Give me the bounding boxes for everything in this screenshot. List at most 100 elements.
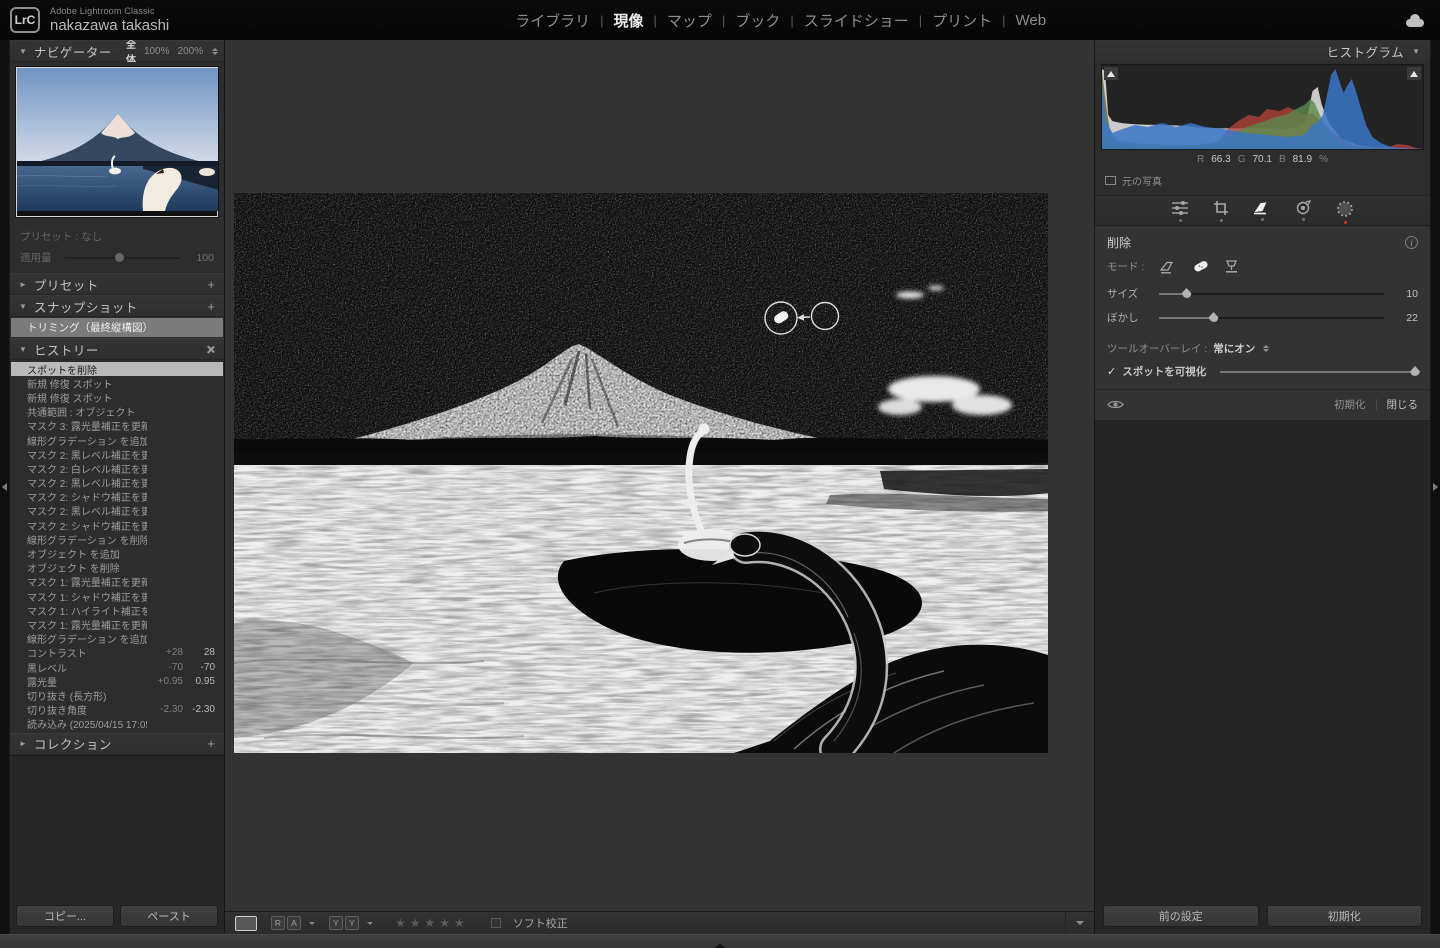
highlight-clipping-indicator[interactable] xyxy=(1407,67,1421,80)
histogram[interactable] xyxy=(1101,64,1424,150)
view-mode-dropdown-icon[interactable] xyxy=(309,922,315,925)
toolbar-options-dropdown-icon[interactable] xyxy=(1076,921,1084,925)
history-item[interactable]: オブジェクト を追加 xyxy=(11,546,223,560)
history-item-label: マスク 2: 黒レベル補正を更新 xyxy=(27,475,147,490)
navigator-header[interactable]: ▼ ナビゲーター 全体100%200% xyxy=(10,40,224,62)
visualize-threshold-thumb[interactable] xyxy=(1410,366,1420,376)
reset-button[interactable]: 初期化 xyxy=(1267,905,1423,927)
visualize-spots-checkbox[interactable]: ✓ xyxy=(1107,365,1116,378)
history-item[interactable]: 線形グラデーション を削除 xyxy=(11,532,223,546)
feather-slider-thumb[interactable] xyxy=(1209,312,1219,322)
history-item[interactable]: 切り抜き (長方形) xyxy=(11,688,223,702)
history-item[interactable]: 読み込み (2025/04/15 17:05:00) xyxy=(11,717,223,731)
history-item[interactable]: 線形グラデーション を追加 xyxy=(11,433,223,447)
panel-reset-button[interactable]: 初期化 xyxy=(1334,397,1366,412)
left-panel-collapse-rail[interactable] xyxy=(0,40,9,934)
amount-slider-thumb[interactable] xyxy=(115,253,124,262)
right-panel-collapse-rail[interactable] xyxy=(1431,40,1440,934)
history-item[interactable]: オブジェクト を削除 xyxy=(11,561,223,575)
histogram-header[interactable]: ヒストグラム ▼ xyxy=(1095,40,1430,62)
history-item[interactable]: マスク 2: 黒レベル補正を更新 xyxy=(11,476,223,490)
history-item[interactable]: スポットを削除 xyxy=(11,362,223,376)
image-canvas[interactable] xyxy=(225,40,1094,911)
history-item[interactable]: マスク 2: 白レベル補正を更新 xyxy=(11,461,223,475)
shadow-clipping-indicator[interactable] xyxy=(1104,67,1118,80)
previous-settings-button[interactable]: 前の設定 xyxy=(1103,905,1259,927)
history-item[interactable]: マスク 2: 黒レベル補正を更新 xyxy=(11,447,223,461)
history-item-label: 黒レベル xyxy=(27,660,147,675)
module-tab[interactable]: マップ xyxy=(657,10,722,31)
copy-button[interactable]: コピー... xyxy=(16,905,114,927)
compare-mode-button[interactable]: Y xyxy=(329,916,343,930)
add-snapshot-button[interactable]: + xyxy=(207,300,215,313)
module-tab[interactable]: プリント xyxy=(922,10,1002,31)
view-mode-button[interactable]: A xyxy=(287,916,301,930)
history-item[interactable]: マスク 3: 露光量補正を更新 xyxy=(11,419,223,433)
tool-overlay-value[interactable]: 常にオン xyxy=(1213,341,1255,356)
history-item[interactable]: 切り抜き角度 -2.30 -2.30 xyxy=(11,703,223,717)
size-slider[interactable] xyxy=(1159,293,1384,295)
tool-crop[interactable] xyxy=(1213,200,1229,222)
add-collection-button[interactable]: + xyxy=(207,737,215,750)
view-mode-button[interactable]: R xyxy=(271,916,285,930)
snapshots-section-header[interactable]: ▼ スナップショット + xyxy=(10,295,224,317)
loupe-view-icon[interactable] xyxy=(235,916,257,931)
filmstrip-collapse-bar[interactable] xyxy=(0,934,1440,948)
crop-icon xyxy=(1213,200,1229,216)
history-item[interactable]: マスク 1: 露光量補正を更新 xyxy=(11,575,223,589)
panel-close-button[interactable]: 閉じる xyxy=(1387,397,1419,412)
module-tab[interactable]: 現像 xyxy=(604,10,654,31)
history-item[interactable]: 新規 修復 スポット xyxy=(11,390,223,404)
history-item[interactable]: 黒レベル -70 -70 xyxy=(11,660,223,674)
history-section-header[interactable]: ▼ ヒストリー xyxy=(10,338,224,360)
remove-panel-title: 削除 xyxy=(1107,234,1131,251)
zoom-level-option[interactable]: 100% xyxy=(144,46,170,57)
r-label: R xyxy=(1197,154,1204,165)
compare-mode-button[interactable]: Y xyxy=(345,916,359,930)
history-item[interactable]: 新規 修復 スポット xyxy=(11,376,223,390)
module-tab[interactable]: Web xyxy=(1006,12,1057,29)
info-icon[interactable]: i xyxy=(1405,236,1418,249)
snapshot-item[interactable]: トリミング（最終縦構図） xyxy=(11,318,223,337)
size-slider-thumb[interactable] xyxy=(1182,288,1192,298)
add-preset-button[interactable]: + xyxy=(207,278,215,291)
visualize-threshold-slider[interactable] xyxy=(1220,371,1418,373)
paste-button[interactable]: ペースト xyxy=(120,905,218,927)
clear-history-button[interactable] xyxy=(206,345,215,354)
tool-basic-adjust[interactable] xyxy=(1171,200,1189,222)
star-rating[interactable]: ★★★★★ xyxy=(395,916,469,930)
history-item[interactable]: 露光量 +0.95 0.95 xyxy=(11,674,223,688)
tool-red-eye[interactable] xyxy=(1295,200,1312,221)
history-item[interactable]: マスク 2: シャドウ補正を更新 xyxy=(11,518,223,532)
history-item[interactable]: 線形グラデーション を追加 xyxy=(11,632,223,646)
module-tab[interactable]: ブック xyxy=(725,10,790,31)
amount-slider[interactable] xyxy=(64,257,180,259)
history-item[interactable]: マスク 1: シャドウ補正を更新 xyxy=(11,589,223,603)
history-item[interactable]: コントラスト +28 28 xyxy=(11,646,223,660)
history-item[interactable]: マスク 1: ハイライト補正を更新 xyxy=(11,603,223,617)
history-item[interactable]: マスク 2: 黒レベル補正を更新 xyxy=(11,504,223,518)
photo-edit-view[interactable] xyxy=(234,193,1048,753)
feather-slider[interactable] xyxy=(1159,317,1384,319)
panel-switch-eye-icon[interactable] xyxy=(1107,399,1124,410)
module-tab[interactable]: スライドショー xyxy=(794,10,919,31)
collections-section-header[interactable]: ► コレクション + xyxy=(10,733,224,755)
soft-proof-checkbox[interactable] xyxy=(491,918,501,928)
history-item[interactable]: マスク 1: 露光量補正を更新 xyxy=(11,617,223,631)
tool-overlay-selector-icon[interactable] xyxy=(1263,345,1269,352)
original-photo-row[interactable]: 元の写真 xyxy=(1095,167,1430,196)
mode-heal-icon[interactable] xyxy=(1191,259,1210,274)
zoom-ratio-selector-icon[interactable] xyxy=(212,48,218,55)
mode-clone-icon[interactable] xyxy=(1224,259,1239,274)
tool-remove[interactable] xyxy=(1253,200,1271,221)
navigator-preview[interactable] xyxy=(10,62,224,225)
tool-masking[interactable] xyxy=(1336,200,1354,224)
module-tab[interactable]: ライブラリ xyxy=(505,10,600,31)
presets-section-header[interactable]: ► プリセット + xyxy=(10,273,224,295)
mode-eraser-icon[interactable] xyxy=(1160,260,1177,274)
history-item[interactable]: マスク 2: シャドウ補正を更新 xyxy=(11,490,223,504)
compare-mode-dropdown-icon[interactable] xyxy=(367,922,373,925)
cloud-sync-icon[interactable] xyxy=(1404,13,1426,27)
history-item[interactable]: 共通範囲 : オブジェクト xyxy=(11,405,223,419)
zoom-level-option[interactable]: 200% xyxy=(178,46,204,57)
